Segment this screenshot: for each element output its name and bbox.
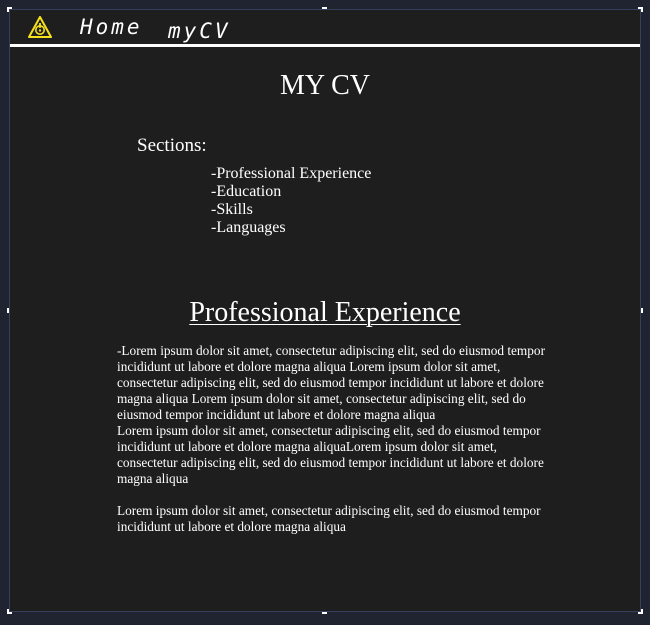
nav-home-link[interactable]: Home bbox=[80, 14, 143, 40]
experience-paragraph: Lorem ipsum dolor sit amet, consectetur … bbox=[117, 423, 544, 486]
professional-experience-body: -Lorem ipsum dolor sit amet, consectetur… bbox=[117, 343, 557, 535]
professional-experience-heading: Professional Experience bbox=[189, 297, 461, 328]
section-link-languages[interactable]: -Languages bbox=[211, 219, 371, 237]
sections-label: Sections: bbox=[137, 135, 207, 156]
experience-paragraph: -Lorem ipsum dolor sit amet, consectetur… bbox=[117, 343, 545, 422]
cv-page: Home myCV MY CV Sections: -Professional … bbox=[9, 9, 641, 612]
navbar-divider bbox=[10, 44, 640, 47]
nav-mycv-link[interactable]: myCV bbox=[168, 18, 231, 44]
mockup-frame: Home myCV MY CV Sections: -Professional … bbox=[0, 0, 650, 625]
section-link-education[interactable]: -Education bbox=[211, 183, 371, 201]
section-link-professional-experience[interactable]: -Professional Experience bbox=[211, 165, 371, 183]
page-title: MY CV bbox=[280, 70, 370, 101]
experience-paragraph: Lorem ipsum dolor sit amet, consectetur … bbox=[117, 503, 541, 534]
sections-list: -Professional Experience -Education -Ski… bbox=[211, 165, 371, 237]
top-navbar: Home myCV bbox=[10, 10, 640, 47]
section-link-skills[interactable]: -Skills bbox=[211, 201, 371, 219]
warning-triangle-icon[interactable] bbox=[28, 16, 52, 38]
